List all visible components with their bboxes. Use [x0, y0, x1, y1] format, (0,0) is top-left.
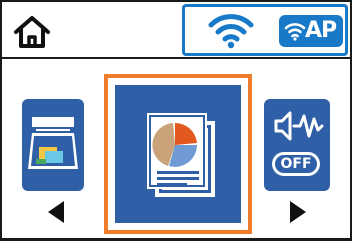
triangle-right-icon: [290, 201, 306, 223]
status-bar: AP: [2, 2, 350, 59]
sound-off-badge: OFF: [272, 152, 320, 176]
wifi-icon: [208, 14, 254, 49]
ap-wifi-icon: [284, 23, 306, 41]
scan-icon: [28, 117, 78, 169]
selected-tile: [115, 85, 241, 223]
menu-carousel: OFF: [2, 59, 350, 238]
network-status-panel[interactable]: AP: [182, 4, 348, 56]
copy-document-icon: [147, 113, 215, 197]
sound-off-label: OFF: [275, 155, 317, 173]
sound-icon: [274, 111, 324, 141]
triangle-left-icon: [48, 201, 64, 223]
menu-item-sound[interactable]: OFF: [264, 99, 330, 191]
home-button[interactable]: [12, 14, 52, 50]
next-button[interactable]: [288, 199, 308, 225]
prev-button[interactable]: [46, 199, 66, 225]
menu-item-scan[interactable]: [22, 99, 84, 191]
menu-item-copy[interactable]: [104, 74, 252, 234]
ap-label: AP: [305, 18, 337, 43]
wifi-status: [207, 13, 255, 49]
home-icon: [14, 16, 50, 48]
access-point-badge: AP: [279, 15, 343, 47]
